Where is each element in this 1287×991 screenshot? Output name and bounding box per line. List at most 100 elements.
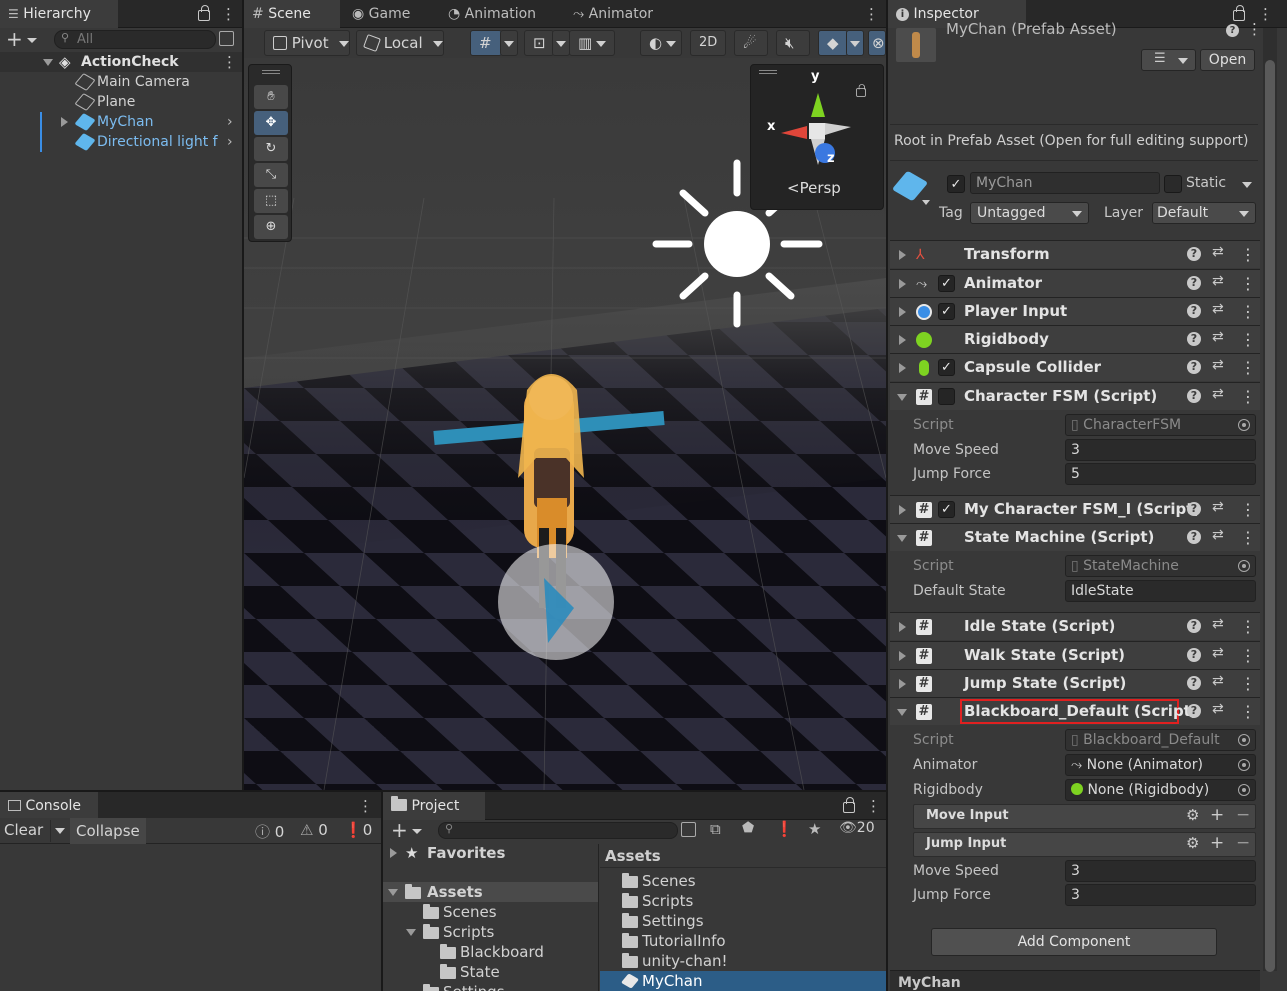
help-icon[interactable]: ? (1187, 676, 1201, 690)
expand-arrow-icon[interactable] (899, 335, 906, 345)
presets-icon[interactable]: ⇄ (1212, 329, 1224, 345)
clear-dropdown[interactable] (50, 820, 70, 842)
fsm-move-speed-field[interactable]: 3 (1065, 439, 1256, 461)
component-jump-state[interactable]: # Jump State (Script) ? ⇄ ⋮ (890, 669, 1260, 697)
fsm-jump-force-field[interactable]: 5 (1065, 463, 1256, 485)
panel-divider[interactable] (0, 790, 886, 792)
expand-arrow-icon[interactable] (899, 505, 906, 515)
help-icon[interactable]: ? (1187, 619, 1201, 633)
effects-toggle[interactable]: ◆ (818, 30, 848, 56)
jump-input-row[interactable]: Jump Input ⚙ + − (913, 832, 1256, 857)
add-binding-icon[interactable]: + (1210, 833, 1224, 853)
component-idle-state[interactable]: # Idle State (Script) ? ⇄ ⋮ (890, 612, 1260, 640)
tree-scenes[interactable]: Scenes (383, 902, 598, 922)
lock-icon[interactable] (1233, 5, 1245, 21)
add-component-button[interactable]: Add Component (931, 928, 1217, 956)
component-state-machine[interactable]: # State Machine (Script) ? ⇄ ⋮ (890, 523, 1260, 551)
expand-arrow-icon[interactable] (43, 59, 53, 66)
expand-arrow-icon[interactable] (899, 307, 906, 317)
project-split-divider[interactable] (598, 844, 599, 991)
increment-snap-button[interactable]: ⊡ (524, 30, 554, 56)
presets-icon[interactable]: ⇄ (1212, 499, 1224, 515)
tree-settings[interactable]: Settings (383, 982, 598, 991)
hierarchy-item-plane[interactable]: Plane (0, 92, 242, 112)
scene-viewport[interactable]: ✋︎ ✥ ↻ ⤡ ⬚ ⊕ y x z <Persp (244, 58, 886, 790)
projection-toggle[interactable]: <Persp (787, 179, 841, 197)
tab-project[interactable]: Project (383, 792, 485, 820)
expand-arrow-icon[interactable] (899, 250, 906, 260)
help-icon[interactable]: ? (1187, 332, 1201, 346)
presets-icon[interactable]: ⇄ (1212, 357, 1224, 373)
component-menu-icon[interactable]: ⋮ (1240, 613, 1256, 640)
tree-scripts[interactable]: Scripts (383, 922, 598, 942)
asset-scripts[interactable]: Scripts (600, 891, 886, 911)
add-binding-icon[interactable]: + (1210, 805, 1224, 825)
expand-arrow-icon[interactable] (899, 622, 906, 632)
component-my-character-fsm[interactable]: # ✓ My Character FSM_I (Script) ? ⇄ ⋮ (890, 495, 1260, 523)
bb-rigidbody-field[interactable]: None (Rigidbody) (1065, 779, 1256, 801)
presets-icon[interactable]: ⇄ (1212, 645, 1224, 661)
project-search-input[interactable]: ⚲ (438, 822, 678, 839)
component-blackboard-default[interactable]: # Blackboard_Default (Script) ? ⇄ ⋮ (890, 697, 1260, 725)
collapse-arrow-icon[interactable] (897, 394, 907, 401)
presets-icon[interactable]: ⇄ (1212, 244, 1224, 260)
header-icon-dropdown[interactable] (922, 200, 930, 205)
component-menu-icon[interactable]: ⋮ (1240, 642, 1256, 669)
tree-blackboard[interactable]: Blackboard (383, 942, 598, 962)
expand-arrow-icon[interactable] (61, 117, 68, 127)
2d-toggle[interactable]: 2D (690, 30, 726, 56)
visibility-toggle[interactable]: ⊗ (868, 30, 886, 56)
tab-animator[interactable]: ⤳ Animator (565, 0, 659, 28)
filter-by-label-icon[interactable]: ⬟ (742, 820, 754, 836)
gear-icon[interactable]: ⚙ (1186, 806, 1199, 824)
remove-binding-icon[interactable]: − (1236, 805, 1250, 825)
component-enabled-checkbox[interactable]: ✓ (938, 303, 955, 320)
lock-icon[interactable] (843, 797, 855, 813)
component-transform[interactable]: ⅄ Transform ? ⇄ ⋮ (890, 240, 1260, 268)
static-dropdown[interactable] (1242, 182, 1252, 188)
component-menu-icon[interactable]: ⋮ (1240, 670, 1256, 697)
component-player-input[interactable]: ✓ Player Input ? ⇄ ⋮ (890, 297, 1260, 325)
gear-icon[interactable]: ⚙ (1186, 834, 1199, 852)
shading-mode-dropdown[interactable]: ◐ (640, 30, 682, 56)
help-icon[interactable]: ? (1187, 704, 1201, 718)
bb-jump-force-field[interactable]: 3 (1065, 884, 1256, 906)
asset-mychan[interactable]: MyChan (600, 971, 886, 991)
grid-snap-dropdown[interactable] (500, 30, 518, 56)
hierarchy-item-directional-light[interactable]: Directional light f › (0, 132, 242, 152)
prefab-options-dropdown[interactable]: ☰ (1141, 49, 1196, 71)
sm-default-state-field[interactable]: IdleState (1065, 580, 1256, 602)
object-name-field[interactable]: MyChan (970, 172, 1160, 194)
presets-icon[interactable]: ⇄ (1212, 673, 1224, 689)
active-checkbox[interactable]: ✓ (947, 175, 965, 193)
orientation-gizmo[interactable]: y x z <Persp (750, 64, 884, 210)
presets-icon[interactable]: ⇄ (1212, 616, 1224, 632)
collapse-arrow-icon[interactable] (897, 709, 907, 716)
asset-scenes[interactable]: Scenes (600, 871, 886, 891)
component-menu-icon[interactable]: ⋮ (1240, 383, 1256, 410)
tab-scene[interactable]: # Scene (244, 0, 340, 28)
panel-divider[interactable] (886, 0, 888, 991)
tree-favorites[interactable]: ★ Favorites (383, 843, 598, 863)
component-menu-icon[interactable]: ⋮ (1240, 270, 1256, 297)
collapse-button[interactable]: Collapse (70, 818, 146, 844)
move-input-row[interactable]: Move Input ⚙ + − (913, 804, 1256, 829)
component-capsule-collider[interactable]: ✓ Capsule Collider ? ⇄ ⋮ (890, 353, 1260, 381)
tree-state[interactable]: State (383, 962, 598, 982)
hand-tool-button[interactable]: ✋︎ (254, 85, 288, 109)
error-filter-button[interactable]: ❗0 (344, 821, 372, 839)
component-enabled-checkbox[interactable] (938, 388, 955, 405)
presets-icon[interactable]: ⇄ (1212, 273, 1224, 289)
lock-icon[interactable] (198, 5, 210, 21)
scene-menu-icon[interactable]: ⋮ (864, 0, 879, 28)
help-icon[interactable]: ? (1187, 530, 1201, 544)
open-prefab-arrow-icon[interactable]: › (227, 132, 233, 152)
warning-filter-button[interactable]: ⚠ 0 (300, 821, 328, 839)
component-menu-icon[interactable]: ⋮ (1240, 496, 1256, 523)
audio-toggle[interactable]: 🔇︎ (776, 30, 810, 56)
open-prefab-arrow-icon[interactable]: › (227, 112, 233, 132)
panel-divider[interactable] (242, 0, 244, 792)
bb-animator-field[interactable]: ⤳ None (Animator) (1065, 754, 1256, 776)
project-menu-icon[interactable]: ⋮ (866, 792, 881, 820)
presets-icon[interactable]: ⇄ (1212, 701, 1224, 717)
